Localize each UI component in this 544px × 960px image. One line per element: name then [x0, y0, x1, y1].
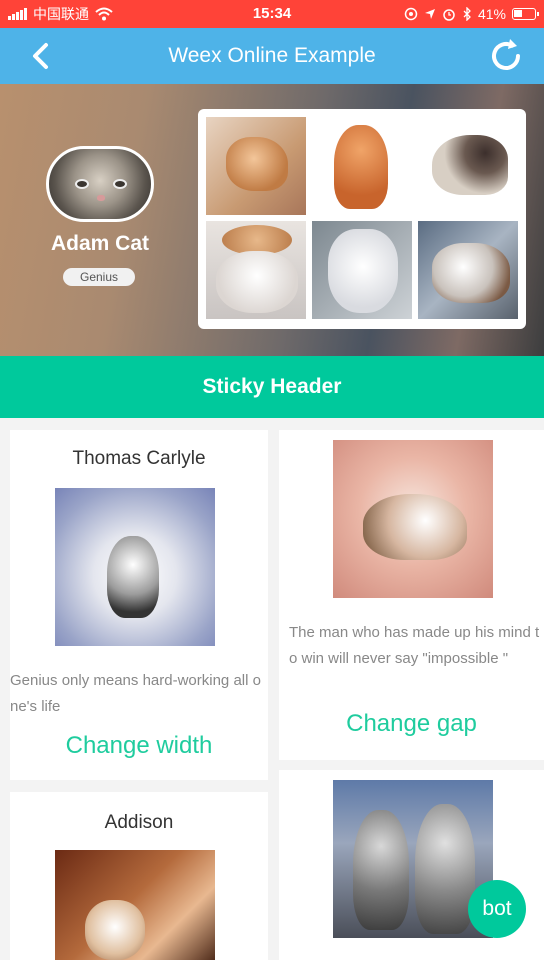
- card-title: Addison: [104, 812, 174, 833]
- change-gap-button[interactable]: Change gap: [279, 710, 544, 738]
- photo-gallery: [198, 109, 526, 329]
- change-width-button[interactable]: Change width: [10, 732, 268, 760]
- status-bar: 中国联通 15:34 41%: [0, 0, 544, 28]
- avatar-eye: [113, 179, 127, 189]
- waterfall-card[interactable]: Addison: [10, 792, 268, 960]
- waterfall-card[interactable]: The man who has made up his mind to win …: [279, 430, 544, 760]
- waterfall-card[interactable]: Thomas Carlyle Genius only means hard-wo…: [10, 430, 268, 780]
- card-image: [55, 488, 215, 646]
- card-quote: The man who has made up his mind to win …: [289, 624, 540, 667]
- profile-banner: Adam Cat Genius: [0, 84, 544, 356]
- gallery-photo[interactable]: [206, 117, 306, 215]
- alarm-icon: [443, 9, 455, 21]
- profile-tag: Genius: [63, 268, 135, 286]
- status-right: 41%: [404, 0, 539, 28]
- avatar[interactable]: [46, 146, 154, 222]
- navigation-bar: Weex Online Example: [0, 28, 544, 84]
- page-title: Weex Online Example: [168, 44, 376, 67]
- gallery-photo[interactable]: [312, 221, 412, 319]
- card-quote: Genius only means hard-working all one's…: [10, 672, 261, 715]
- refresh-icon[interactable]: [488, 38, 524, 74]
- card-title: Thomas Carlyle: [72, 448, 206, 469]
- avatar-nose: [97, 195, 105, 201]
- app-screen: 中国联通 15:34 41% Weex Online Example Adam …: [0, 0, 544, 960]
- avatar-eye: [75, 179, 89, 189]
- gallery-photo[interactable]: [206, 221, 306, 319]
- card-image: [333, 440, 493, 598]
- profile-name: Adam Cat: [50, 232, 150, 255]
- gallery-photo[interactable]: [312, 117, 412, 215]
- location-arrow-icon: [424, 9, 435, 19]
- battery-percent: 41%: [477, 6, 506, 22]
- sticky-header: Sticky Header: [0, 356, 544, 418]
- battery-icon: [512, 8, 539, 20]
- bot-button[interactable]: bot: [468, 880, 526, 938]
- card-image: [55, 850, 215, 960]
- bluetooth-icon: [463, 7, 471, 21]
- gallery-photo[interactable]: [418, 117, 518, 215]
- gallery-photo[interactable]: [418, 221, 518, 319]
- at-icon: [404, 7, 418, 21]
